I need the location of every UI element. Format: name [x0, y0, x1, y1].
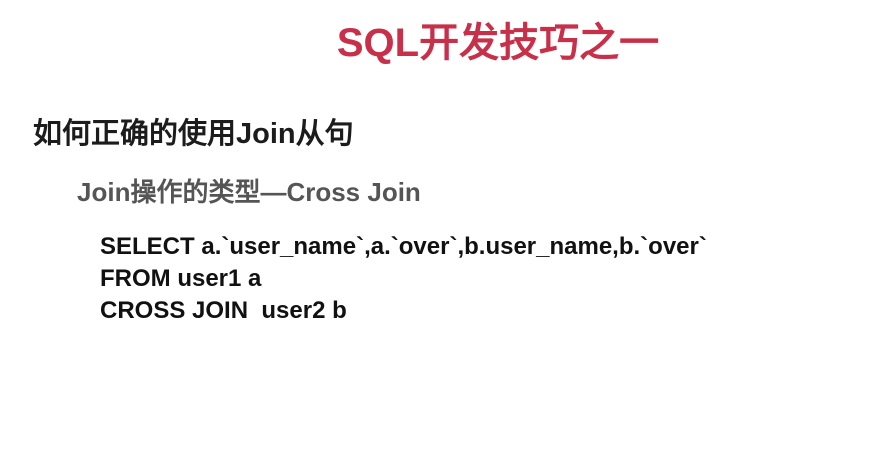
subsection-heading: Join操作的类型—Cross Join: [77, 177, 421, 207]
slide: SQL开发技巧之一 如何正确的使用Join从句 Join操作的类型—Cross …: [0, 0, 887, 473]
sql-code-block: SELECT a.`user_name`,a.`over`,b.user_nam…: [100, 231, 707, 327]
sql-code-line: SELECT a.`user_name`,a.`over`,b.user_nam…: [100, 233, 707, 260]
sql-code-line: CROSS JOIN user2 b: [100, 297, 347, 324]
slide-title: SQL开发技巧之一: [336, 21, 660, 65]
section-heading: 如何正确的使用Join从句: [33, 118, 354, 150]
sql-code-line: FROM user1 a: [100, 265, 262, 292]
